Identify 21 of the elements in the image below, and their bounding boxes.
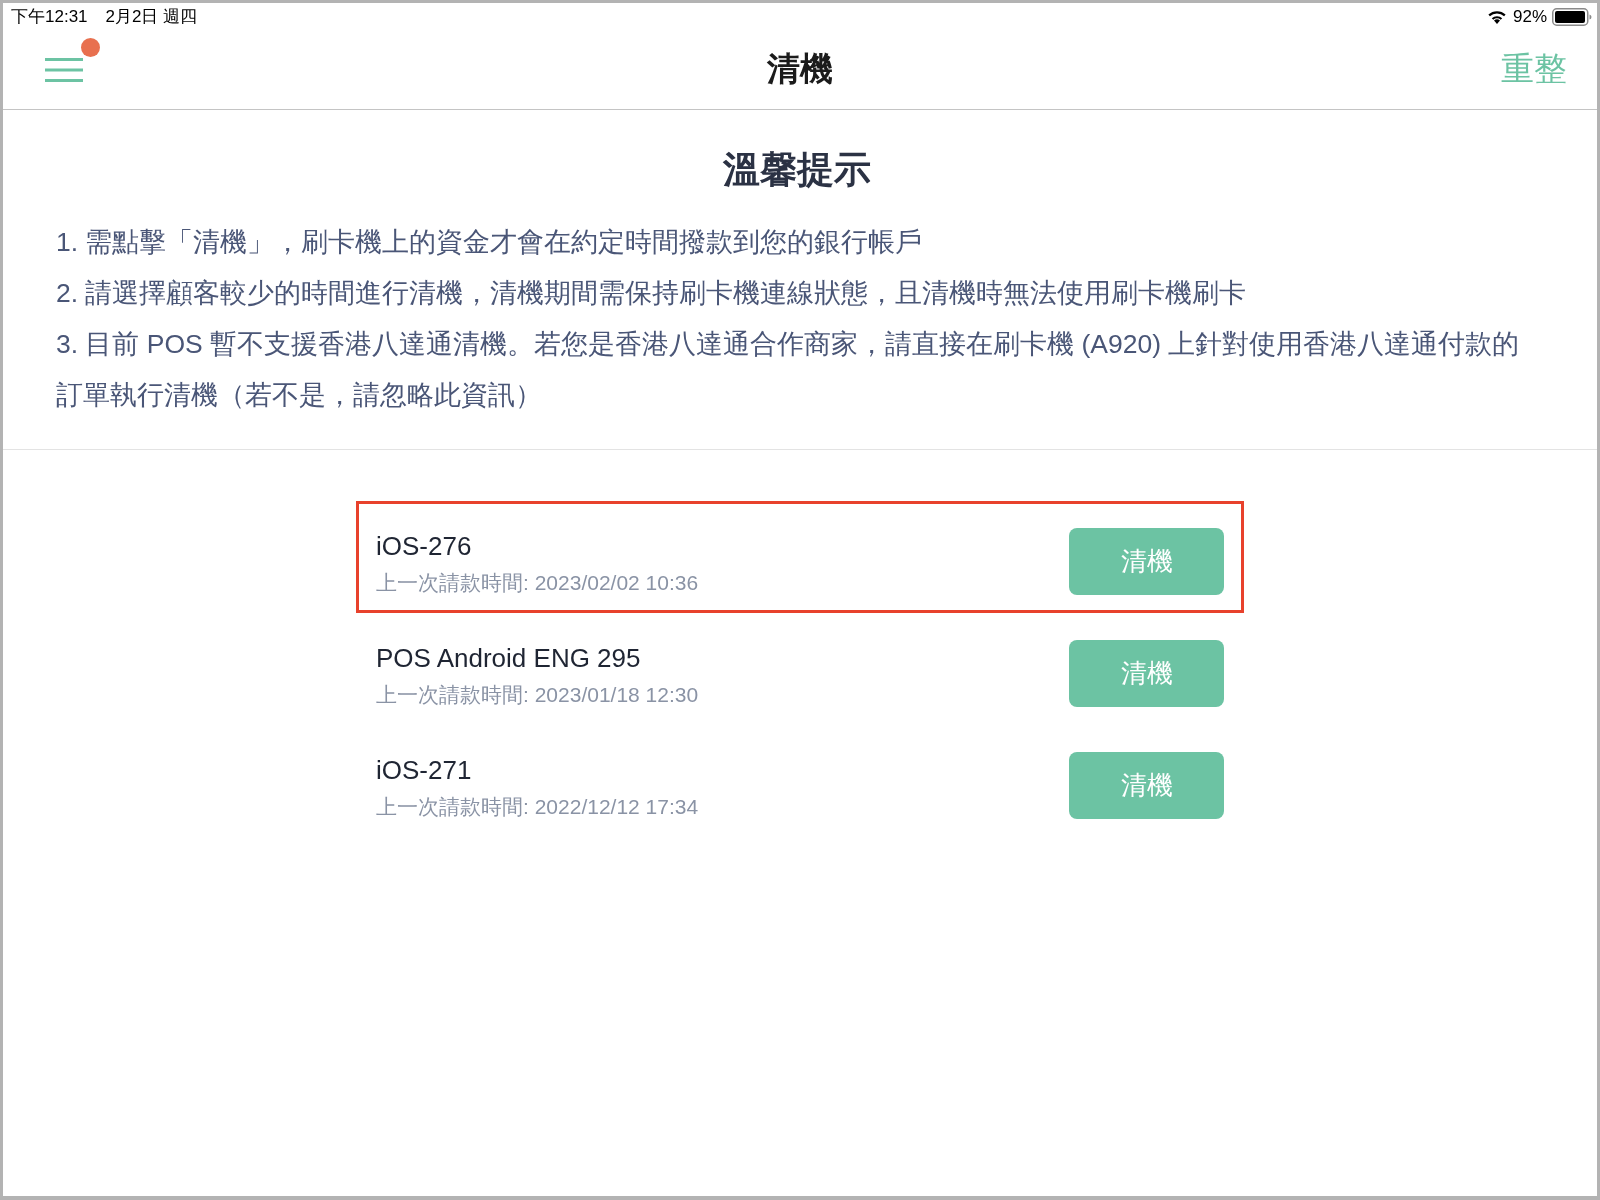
settle-button[interactable]: 清機	[1069, 639, 1224, 707]
device-name: iOS-271	[376, 755, 473, 786]
menu-icon	[45, 55, 85, 84]
settle-button[interactable]: 清機	[1069, 751, 1224, 819]
notice-item: 3. 目前 POS 暫不支援香港八達通清機。若您是香港八達通合作商家，請直接在刷卡機 (A920) 上針對使用香港八達通付款的訂單執行清機（若不是，請忽略此資訊）	[56, 328, 1521, 412]
notice-item: 1. 需點擊「清機」，刷卡機上的資金才會在約定時間撥款到您的銀行帳戶	[56, 226, 924, 259]
device-name: POS Android ENG 295	[376, 643, 642, 674]
notice-item: 2. 請選擇顧客較少的時間進行清機，清機期間需保持刷卡機連線狀態，且清機時無法使用刷卡機刷卡	[56, 277, 1248, 310]
last-request-time: 上一次請款時間: 2023/01/18 12:30	[376, 682, 700, 708]
settle-button[interactable]: 清機	[1069, 527, 1224, 595]
battery-icon	[1552, 7, 1592, 26]
last-request-time: 上一次請款時間: 2022/12/12 17:34	[376, 794, 700, 820]
page-title: 清機	[767, 49, 833, 89]
wifi-icon	[1486, 9, 1507, 24]
status-date: 2月2日 週四	[105, 6, 198, 28]
refresh-button[interactable]: 重整	[1501, 47, 1567, 92]
battery-percentage: 92%	[1512, 6, 1547, 27]
device-name: iOS-276	[376, 531, 473, 562]
last-request-time: 上一次請款時間: 2023/02/02 10:36	[376, 570, 700, 596]
notice-title: 溫馨提示	[721, 148, 872, 192]
status-time: 下午12:31	[11, 6, 88, 28]
